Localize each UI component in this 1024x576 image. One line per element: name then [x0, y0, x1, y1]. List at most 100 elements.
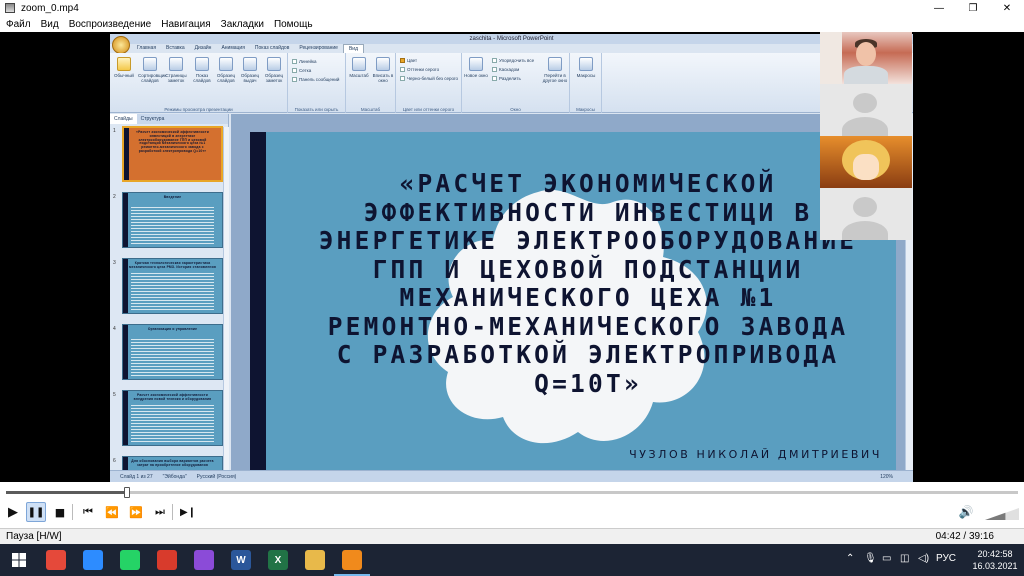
- tray-mic-icon[interactable]: 🎙: [864, 553, 877, 564]
- acrobat-icon[interactable]: [157, 550, 177, 570]
- word-icon[interactable]: W: [231, 550, 251, 570]
- ribbon-group-show-hide: Линейка Сетка Панель сообщений Показать …: [288, 53, 346, 113]
- media-icon[interactable]: [194, 550, 214, 570]
- ribbon-group-views: Обычный Сортировщик слайдов Страницы зам…: [110, 53, 288, 113]
- excel-icon[interactable]: X: [268, 550, 288, 570]
- zoom-icon: [352, 57, 366, 71]
- participant-avatar-tile: [820, 188, 912, 240]
- seek-handle[interactable]: [124, 487, 131, 498]
- ppt-ribbon: Обычный Сортировщик слайдов Страницы зам…: [110, 53, 913, 113]
- separator: [172, 504, 173, 520]
- close-button[interactable]: ✕: [990, 0, 1024, 16]
- slides-panel: Слайды Структура 1 «Расчет экономической…: [110, 114, 229, 470]
- playback-controls: ▶ ❚❚ ■ ⏮ ⏪ ⏩ ⏭ ▶❙ 🔊: [0, 482, 1024, 528]
- participant-video-tile: [820, 32, 912, 84]
- tray-battery-icon[interactable]: ▭: [882, 553, 891, 564]
- ppt-tab-view: Вид: [342, 44, 365, 53]
- system-tray: ⌃ 🎙 ▭ ◫ ◁) РУС 20:42:58 16.03.2021: [824, 544, 1024, 576]
- ppt-status-slide: Слайд 1 из 27: [120, 473, 153, 480]
- ribbon-fit-window: Вписать в окно: [371, 57, 395, 83]
- minimize-button[interactable]: —: [922, 0, 956, 16]
- slide-thumbnail: Краткая технологическая характеристика м…: [122, 258, 223, 314]
- slides-panel-tabs: Слайды Структура: [110, 114, 228, 124]
- slide-editing-area: «РАСЧЕТ ЭКОНОМИЧЕСКОЙ ЭФФЕКТИВНОСТИ ИНВЕ…: [231, 114, 913, 474]
- explorer-icon[interactable]: [305, 550, 325, 570]
- menu-bar: Файл Вид Воспроизведение Навигация Закла…: [0, 16, 1024, 32]
- arrange-all-option: Упорядочить все: [492, 58, 534, 63]
- menu-help[interactable]: Помощь: [274, 19, 313, 30]
- fit-window-icon: [376, 57, 390, 71]
- tray-network-icon[interactable]: ◫: [900, 553, 909, 564]
- pause-button[interactable]: ❚❚: [26, 502, 46, 522]
- ribbon-notes-page: Страницы заметок: [164, 57, 188, 83]
- switch-window-icon: [548, 57, 562, 71]
- ruler-checkbox: Линейка: [292, 59, 317, 64]
- slide-master-icon: [219, 57, 233, 71]
- macros-icon: [579, 57, 593, 71]
- black-white-option: Черно-белый без серого: [400, 76, 458, 81]
- group-label-macros: Макросы: [576, 107, 595, 112]
- tray-chevron-icon[interactable]: ⌃: [846, 553, 854, 564]
- windows-start-icon[interactable]: [12, 553, 26, 567]
- color-option: Цвет: [400, 58, 417, 63]
- vlc-player-window: zoom_0.mp4 — ❐ ✕ Файл Вид Воспроизведени…: [0, 0, 1024, 576]
- thumbnail-title: Краткая технологическая характеристика м…: [129, 261, 216, 269]
- ppt-tab-design: Дизайн: [194, 45, 212, 51]
- avatar-icon: [853, 93, 877, 113]
- group-label-color: Цвет или оттенки серого: [402, 107, 455, 112]
- ribbon-group-zoom: Масштаб Вписать в окно Масштаб: [346, 53, 396, 113]
- slide-thumbnail: Расчет экономической эффективности внедр…: [122, 390, 223, 446]
- thumb-number: 6: [113, 458, 116, 464]
- group-label-window: Окно: [510, 107, 521, 112]
- stop-button[interactable]: ■: [50, 502, 70, 522]
- rewind-button[interactable]: ⏪: [102, 502, 122, 522]
- title-bar: zoom_0.mp4 — ❐ ✕: [0, 0, 1024, 16]
- chrome-icon[interactable]: [46, 550, 66, 570]
- menu-file[interactable]: Файл: [6, 19, 31, 30]
- maximize-button[interactable]: ❐: [956, 0, 990, 16]
- ppt-tab-animation: Анимация: [221, 45, 245, 51]
- frame-step-button[interactable]: ▶❙: [178, 502, 198, 522]
- slides-panel-scrollbar: [223, 127, 229, 470]
- slideshow-icon: [195, 57, 209, 71]
- thumb-number: 5: [113, 392, 116, 398]
- thumbnail-title: Для обоснования выбора вариантов расчета…: [131, 459, 214, 467]
- menu-playback[interactable]: Воспроизведение: [69, 19, 152, 30]
- tray-language[interactable]: РУС: [936, 553, 956, 564]
- vlc-icon[interactable]: [334, 550, 370, 576]
- group-label-views: Режимы просмотра презентации: [164, 107, 233, 112]
- thumbnail-title: «Расчет экономической эффективности инве…: [136, 130, 209, 153]
- participant-avatar-tile: [820, 84, 912, 136]
- volume-slider[interactable]: [985, 508, 1019, 520]
- avatar-icon: [853, 197, 877, 217]
- thumb-number: 1: [113, 128, 116, 134]
- player-status-bar: Пауза [H/W] 04:42 / 39:16: [0, 528, 1024, 544]
- clock[interactable]: 20:42:58 16.03.2021: [972, 548, 1018, 572]
- slide-author: ЧУЗЛОВ НИКОЛАЙ ДМИТРИЕВИЧ: [629, 448, 882, 461]
- ppt-ribbon-tabs: Главная Вставка Дизайн Анимация Показ сл…: [132, 44, 913, 53]
- ribbon-slide-sorter: Сортировщик слайдов: [138, 57, 166, 83]
- seek-bar[interactable]: [6, 487, 1018, 498]
- ribbon-normal-view: Обычный: [112, 57, 136, 78]
- slide-thumbnail: Организация и управление: [122, 324, 223, 380]
- menu-view[interactable]: Вид: [41, 19, 59, 30]
- playback-time: 04:42 / 39:16: [935, 531, 994, 542]
- ppt-status-bar: Слайд 1 из 27 "Эйбонда" Русский (Россия)…: [110, 470, 913, 482]
- office-button-icon: [112, 36, 130, 54]
- menu-navigation[interactable]: Навигация: [161, 19, 210, 30]
- next-button[interactable]: ⏭: [150, 502, 170, 522]
- recorded-powerpoint-window: zaschita - Microsoft PowerPoint Главная …: [110, 34, 913, 482]
- volume-icon[interactable]: 🔊: [956, 502, 976, 522]
- ribbon-group-macros: Макросы Макросы: [570, 53, 602, 113]
- whatsapp-icon[interactable]: [120, 550, 140, 570]
- slide-thumbnail: Введение: [122, 192, 223, 248]
- cascade-option: Каскадом: [492, 67, 519, 72]
- fast-forward-button[interactable]: ⏩: [126, 502, 146, 522]
- slide-dark-band: [250, 132, 266, 474]
- previous-button[interactable]: ⏮: [78, 502, 98, 522]
- ribbon-group-window: Новое окно Упорядочить все Каскадом Разд…: [462, 53, 570, 113]
- tray-volume-icon[interactable]: ◁): [918, 553, 929, 564]
- play-button[interactable]: ▶: [3, 502, 23, 522]
- zoom-icon[interactable]: [83, 550, 103, 570]
- menu-bookmarks[interactable]: Закладки: [221, 19, 264, 30]
